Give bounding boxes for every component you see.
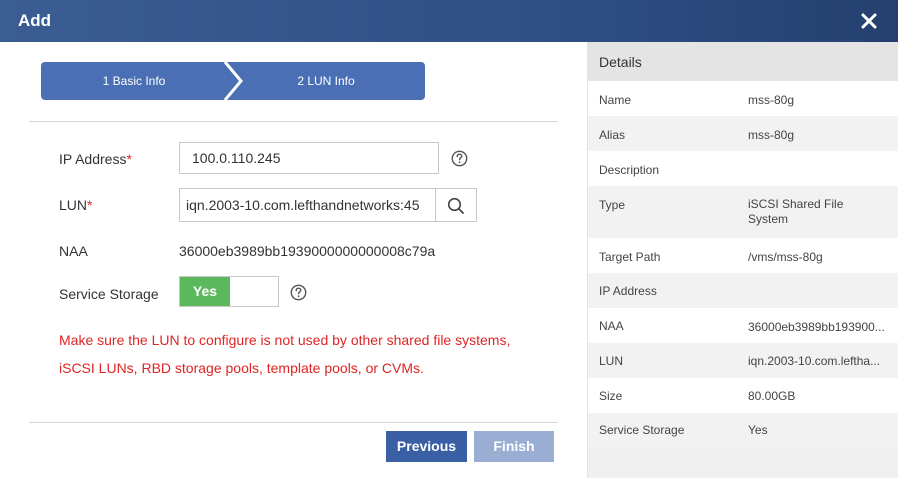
detail-row-lun: LUN iqn.2003-10.com.leftha... [588,343,898,378]
divider-bottom [29,422,558,423]
ip-address-input[interactable]: 100.0.110.245 [179,142,439,174]
detail-value: 36000eb3989bb193900... [748,320,885,334]
detail-row-alias: Alias mss-80g [588,116,898,151]
detail-key: Name [599,93,632,107]
detail-row-type: Type iSCSI Shared File System [588,186,898,238]
detail-key: Service Storage [599,423,685,437]
detail-value: 80.00GB [748,389,796,403]
warning-text-line1: Make sure the LUN to configure is not us… [59,332,511,348]
detail-key: LUN [599,354,624,368]
dialog-title-bar: Add [0,0,898,42]
detail-value: iqn.2003-10.com.leftha... [748,354,881,368]
step-lun-info-label: 2 LUN Info [297,74,355,88]
lun-input[interactable]: iqn.2003-10.com.lefthandnetworks:45 [179,188,435,222]
detail-row-service-storage: Service Storage Yes [588,413,898,448]
detail-value: Yes [748,423,768,437]
wizard-steps: 1 Basic Info 2 LUN Info [41,62,425,100]
detail-key: Description [599,163,660,177]
close-icon[interactable] [860,12,878,30]
detail-key: NAA [599,319,624,333]
detail-row-size: Size 80.00GB [588,378,898,413]
detail-key: IP Address [599,284,657,298]
ip-address-label-text: IP Address [59,151,127,167]
detail-key: Size [599,389,623,403]
required-mark: * [126,151,132,167]
lun-search-button[interactable] [435,188,477,222]
lun-label-text: LUN [59,197,88,213]
step-basic-info[interactable]: 1 Basic Info [41,62,227,100]
step-lun-info[interactable]: 2 LUN Info [227,62,425,100]
help-icon[interactable] [451,150,468,167]
detail-row-target-path: Target Path /vms/mss-80g [588,238,898,273]
detail-key: Type [599,198,626,212]
step-separator-arrow [223,62,243,100]
service-storage-toggle[interactable]: Yes [179,276,279,307]
ip-address-value: 100.0.110.245 [192,150,281,166]
ip-address-label: IP Address* [59,151,132,167]
detail-key: Alias [599,128,626,142]
lun-label: LUN* [59,197,92,213]
search-icon [447,197,464,214]
detail-row-ip-address: IP Address [588,273,898,308]
form-panel: 1 Basic Info 2 LUN Info IP Address* 100.… [0,42,587,478]
detail-row-description: Description [588,151,898,186]
detail-key: Target Path [599,250,661,264]
detail-value: iSCSI Shared File System [748,197,844,226]
details-panel: Details Name mss-80g Alias mss-80g Descr… [587,42,898,478]
warning-text-line2: iSCSI LUNs, RBD storage pools, template … [59,360,424,376]
detail-row-name: Name mss-80g [588,81,898,116]
details-header: Details [588,42,898,81]
divider-top [29,121,558,122]
lun-value: iqn.2003-10.com.lefthandnetworks:45 [186,197,420,213]
step-basic-info-label: 1 Basic Info [102,74,166,88]
toggle-yes: Yes [180,277,230,306]
previous-button[interactable]: Previous [386,431,467,462]
dialog-title: Add [18,11,52,30]
naa-label: NAA [59,243,88,259]
finish-button[interactable]: Finish [474,431,554,462]
details-title: Details [599,54,642,70]
detail-value: mss-80g [748,128,795,142]
detail-value: mss-80g [748,93,795,107]
required-mark: * [87,197,93,213]
service-storage-label: Service Storage [59,286,159,302]
naa-value: 36000eb3989bb1939000000000008c79a [179,243,436,259]
detail-value: /vms/mss-80g [748,250,823,264]
help-icon[interactable] [290,284,307,301]
detail-row-naa: NAA 36000eb3989bb193900... [588,308,898,343]
